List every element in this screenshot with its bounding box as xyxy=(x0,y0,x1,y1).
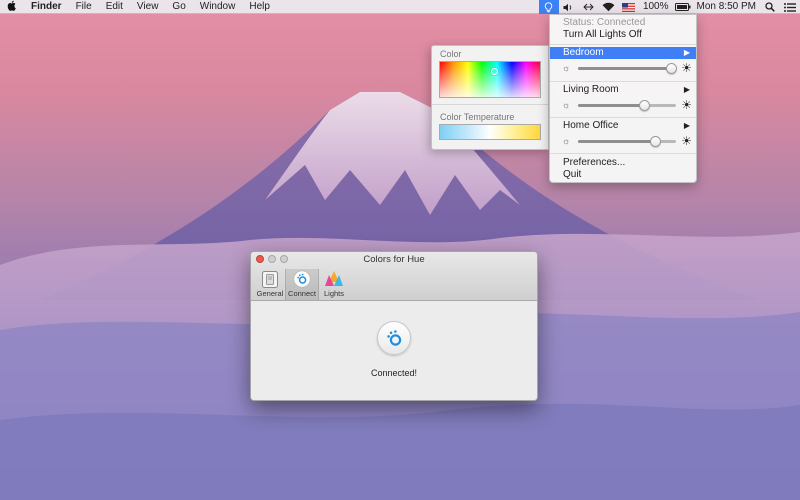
connection-status-indicator xyxy=(377,321,411,355)
brightness-slider-living-room[interactable]: ☼ ☀ xyxy=(550,98,696,112)
connection-status-text: Connected! xyxy=(370,368,418,378)
submenu-arrow-icon: ▶ xyxy=(683,121,690,130)
brightness-high-icon: ☀ xyxy=(681,134,692,148)
connect-pane: Connected! xyxy=(251,301,537,400)
room-name-bedroom: Bedroom xyxy=(563,47,604,58)
wifi-icon xyxy=(603,2,615,12)
apple-menu[interactable] xyxy=(0,0,24,14)
quit-item[interactable]: Quit xyxy=(550,169,696,181)
menu-help[interactable]: Help xyxy=(242,0,277,14)
menu-app-finder[interactable]: Finder xyxy=(24,0,69,14)
menu-bar-extras: 100% Mon 8:50 PM xyxy=(538,0,800,14)
room-item-home-office[interactable]: Home Office ▶ xyxy=(550,120,696,132)
slider-fill xyxy=(578,140,656,143)
brightness-high-icon: ☀ xyxy=(681,61,692,75)
battery-item[interactable] xyxy=(673,0,693,14)
apple-logo-icon xyxy=(7,0,16,11)
window-titlebar[interactable]: Colors for Hue General Connect Lights xyxy=(251,252,537,301)
slider-knob[interactable] xyxy=(638,100,650,111)
lightbulb-icon xyxy=(545,1,553,12)
slider-fill xyxy=(578,104,644,107)
battery-icon xyxy=(674,3,691,11)
tab-connect[interactable]: Connect xyxy=(285,269,319,300)
menu-bar: Finder File Edit View Go Window Help 100… xyxy=(0,0,800,14)
status-menu-item: Status: Connected xyxy=(563,17,646,28)
menu-clock[interactable]: Mon 8:50 PM xyxy=(693,0,760,14)
menu-edit[interactable]: Edit xyxy=(99,0,130,14)
connect-icon xyxy=(286,269,318,289)
popover-divider xyxy=(432,104,548,105)
us-flag-icon xyxy=(622,2,636,12)
connected-bridge-icon xyxy=(387,330,402,346)
battery-percent[interactable]: 100% xyxy=(639,0,673,14)
speaker-icon xyxy=(563,3,572,11)
wifi-item[interactable] xyxy=(599,0,619,14)
bluetooth-item[interactable] xyxy=(579,0,599,14)
slider-track[interactable] xyxy=(578,63,678,74)
submenu-arrow-icon: ▶ xyxy=(683,48,690,57)
menu-window[interactable]: Window xyxy=(193,0,243,14)
room-item-living-room[interactable]: Living Room ▶ xyxy=(550,84,696,96)
color-spectrum[interactable] xyxy=(439,61,541,98)
colors-for-hue-window: Colors for Hue General Connect Lights Co… xyxy=(250,251,538,401)
spotlight-item[interactable] xyxy=(760,0,780,14)
brightness-low-icon: ☼ xyxy=(562,63,571,73)
room-name-living-room: Living Room xyxy=(563,84,619,95)
color-temperature-label: Color Temperature xyxy=(440,112,515,122)
lights-cones-icon xyxy=(317,269,351,289)
menu-view[interactable]: View xyxy=(130,0,166,14)
bluetooth-icon xyxy=(583,3,595,11)
tab-connect-label: Connect xyxy=(288,289,316,298)
brightness-slider-home-office[interactable]: ☼ ☀ xyxy=(550,134,696,148)
turn-all-lights-off-item[interactable]: Turn All Lights Off xyxy=(550,29,696,41)
color-picker-popover: Color Color Temperature xyxy=(431,45,549,150)
tab-general-label: General xyxy=(256,289,284,298)
brightness-high-icon: ☀ xyxy=(681,98,692,112)
menu-separator xyxy=(550,81,696,82)
color-temperature-bar[interactable] xyxy=(439,124,541,140)
color-cursor-handle[interactable] xyxy=(491,67,498,75)
slider-track[interactable] xyxy=(578,136,676,147)
notification-center-item[interactable] xyxy=(780,0,800,14)
menu-separator xyxy=(550,117,696,118)
menu-separator xyxy=(550,44,696,45)
tab-lights[interactable]: Lights xyxy=(317,269,351,300)
room-item-bedroom[interactable]: Bedroom ▶ xyxy=(550,47,696,59)
window-title: Colors for Hue xyxy=(363,254,425,265)
menu-file[interactable]: File xyxy=(69,0,99,14)
slider-knob[interactable] xyxy=(650,136,662,147)
brightness-slider-bedroom[interactable]: ☼ ☀ xyxy=(550,61,696,75)
hue-dropdown-menu: Status: Connected Turn All Lights Off Be… xyxy=(549,14,697,183)
room-name-home-office: Home Office xyxy=(563,120,619,131)
input-source-item[interactable] xyxy=(619,0,639,14)
list-icon xyxy=(784,2,796,12)
menu-go[interactable]: Go xyxy=(165,0,192,14)
brightness-low-icon: ☼ xyxy=(562,136,571,146)
tab-lights-label: Lights xyxy=(323,289,344,298)
color-label: Color xyxy=(440,49,462,59)
slider-fill xyxy=(578,67,672,70)
search-icon xyxy=(765,2,775,12)
hue-status-item[interactable] xyxy=(538,0,559,14)
menu-separator xyxy=(550,153,696,154)
tab-general[interactable]: General xyxy=(253,269,287,300)
slider-knob[interactable] xyxy=(666,63,678,74)
volume-item[interactable] xyxy=(559,0,579,14)
preferences-item[interactable]: Preferences... xyxy=(550,157,696,169)
slider-track[interactable] xyxy=(578,100,676,111)
general-switch-icon xyxy=(253,269,287,289)
brightness-low-icon: ☼ xyxy=(562,100,571,110)
submenu-arrow-icon: ▶ xyxy=(683,85,690,94)
